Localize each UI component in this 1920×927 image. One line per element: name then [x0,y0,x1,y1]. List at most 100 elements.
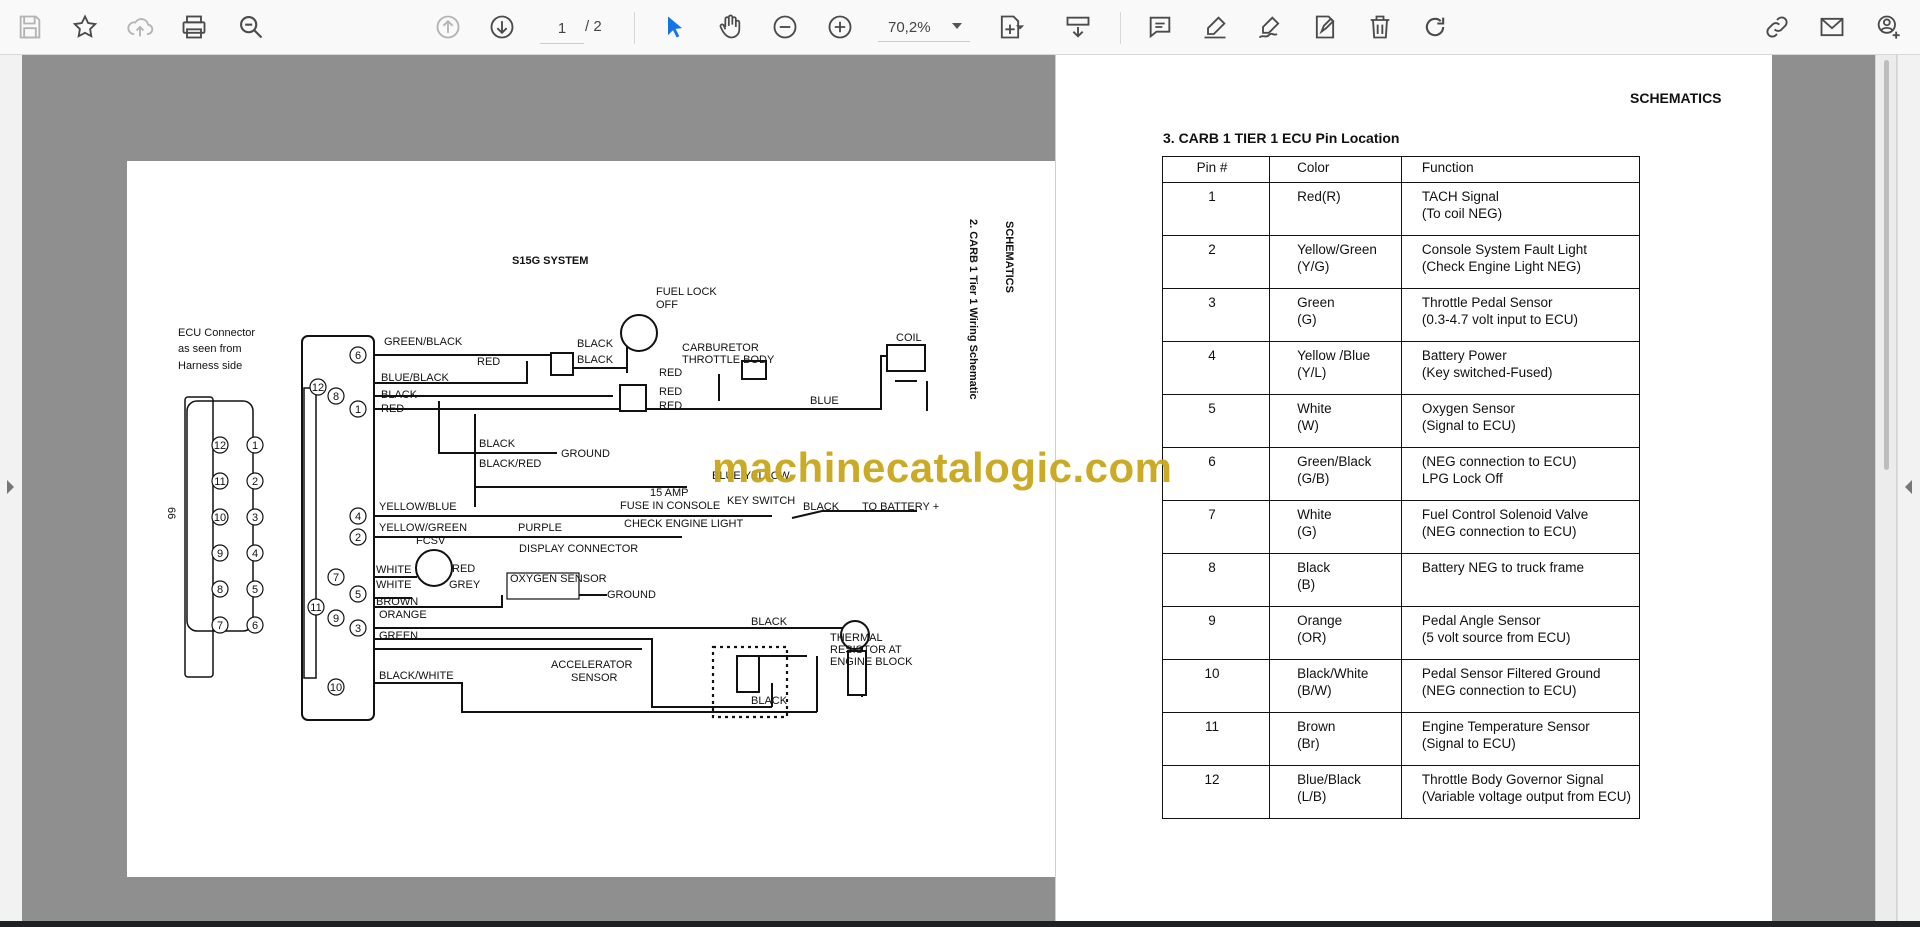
select-cursor-icon[interactable] [655,7,695,47]
color-text: Red(R) [1297,189,1341,204]
next-page-icon[interactable] [482,7,522,47]
bookmark-star-icon[interactable] [65,7,105,47]
harness-pin: 9 [333,613,339,625]
function-cell: Battery Power (Key switched-Fused) [1400,341,1641,395]
zoom-out-icon[interactable] [765,7,805,47]
page-number-input[interactable] [540,13,584,44]
color-cell: Yellow /Blue (Y/L) [1269,341,1402,395]
column-header: Color [1269,156,1402,183]
wire-label: RED [659,367,682,379]
pin-number-cell: 9 [1161,606,1271,660]
page-number: 66 [165,507,177,519]
ecu-pin-grid [211,436,264,634]
delete-trash-icon[interactable] [1360,7,1400,47]
previous-page-icon[interactable] [428,7,468,47]
fill-sign-icon[interactable] [1305,7,1345,47]
ecu-pin-table: Pin # Color Function 1 Red(R) TACH Signal (… [1161,156,1641,819]
wire-label: GREEN/BLACK [384,336,463,348]
table-row: 8 Black (B) Battery NEG to truck frame [1161,553,1641,607]
carburetor-label: CARBURETOR [682,342,759,354]
function-text: Oxygen Sensor [1421,401,1515,416]
harness-pin: 1 [355,404,361,416]
redo-rotate-icon[interactable] [1415,7,1455,47]
wire-label: RED [659,400,682,412]
ecu-pin: 10 [214,512,226,524]
color-text: (Br) [1297,736,1320,751]
color-text: Green [1297,295,1335,310]
fuse-label: 15 AMP [650,487,689,499]
table-row: 6 Green/Black (G/B) (NEG connection to ECU)… [1161,447,1641,501]
harness-pin: 8 [333,391,339,403]
color-cell: White (W) [1269,394,1402,448]
scrollbar-thumb[interactable] [1884,60,1889,470]
zoom-in-icon[interactable] [820,7,860,47]
wire-label: BLACK/RED [479,458,541,470]
fuse-label: FUSE IN CONSOLE [620,500,720,512]
function-cell: Fuel Control Solenoid Valve (NEG connecti… [1400,500,1641,554]
wire-label: BLACK [751,616,788,628]
fcsv-label: FCSV [416,535,446,547]
vertical-scrollbar[interactable] [1876,55,1896,921]
key-switch-label: KEY SWITCH [727,495,795,507]
right-panel-toggle[interactable] [1897,55,1920,921]
color-cell: Red(R) [1269,182,1402,236]
toolbar-divider [634,12,635,44]
harness-pin: 7 [333,572,339,584]
zoom-select[interactable]: 70,2% [878,13,970,42]
wire-label: GREEN [379,630,418,642]
harness-pin: 10 [330,682,342,694]
color-cell: White (G) [1269,500,1402,554]
ecu-pin: 4 [252,548,258,560]
ground-label: GROUND [607,589,656,601]
comment-icon[interactable] [1140,7,1180,47]
fuel-lock-label: OFF [656,299,678,311]
save-icon[interactable] [10,7,50,47]
wire-label: PURPLE [518,522,562,534]
harness-pin: 5 [355,589,361,601]
zoom-search-icon[interactable] [231,7,271,47]
function-text: Battery Power [1421,348,1507,363]
function-text: (NEG connection to ECU) [1421,683,1577,698]
color-text: Blue/Black [1297,772,1361,787]
diagram-title: S15G SYSTEM [512,255,588,267]
check-engine-label: CHECK ENGINE LIGHT [624,518,743,530]
hand-tool-icon[interactable] [710,7,750,47]
table-row: 9 Orange (OR) Pedal Angle Sensor (5 volt sou… [1161,606,1641,660]
table-row: 5 White (W) Oxygen Sensor (Signal to ECU) [1161,394,1641,448]
fit-dropdown-chevron-icon[interactable] [1010,7,1030,47]
page-header: SCHEMATICS [1630,90,1722,106]
ecu-connector-label: Harness side [178,360,242,372]
scroll-mode-icon[interactable] [1058,7,1098,47]
draw-signature-icon[interactable] [1250,7,1290,47]
share-link-icon[interactable] [1757,7,1797,47]
wire-label: RED [452,563,475,575]
ecu-connector-label: as seen from [178,343,242,355]
chevron-down-icon [952,23,962,29]
function-cell: Throttle Body Governor Signal (Variable v… [1400,765,1641,819]
function-cell: Throttle Pedal Sensor (0.3-4.7 volt input… [1400,288,1641,342]
upload-cloud-icon[interactable] [120,7,160,47]
function-text: Throttle Pedal Sensor [1421,295,1553,310]
add-user-icon[interactable] [1868,7,1908,47]
function-text: Engine Temperature Sensor [1421,719,1590,734]
function-cell: Oxygen Sensor (Signal to ECU) [1400,394,1641,448]
ecu-pin: 1 [252,440,258,452]
wire-label: RED [659,386,682,398]
function-cell: (NEG connection to ECU) LPG Lock Off [1400,447,1641,501]
email-icon[interactable] [1812,7,1852,47]
battery-label: TO BATTERY + [862,501,939,513]
color-text: Brown [1297,719,1336,734]
color-text: (B/W) [1297,683,1332,698]
highlight-pen-icon[interactable] [1195,7,1235,47]
function-text: (5 volt source from ECU) [1421,630,1571,645]
color-text: (G) [1297,524,1317,539]
function-cell: Pedal Sensor Filtered Ground (NEG connect… [1400,659,1641,713]
left-panel-toggle[interactable] [0,55,23,921]
wire-label: RED [381,403,404,415]
function-text: (0.3-4.7 volt input to ECU) [1421,312,1578,327]
function-cell: Console System Fault Light (Check Engine … [1400,235,1641,289]
ecu-pin: 5 [252,584,258,596]
color-text: Green/Black [1297,454,1372,469]
wire-label: BLACK [381,389,418,401]
print-icon[interactable] [174,7,214,47]
